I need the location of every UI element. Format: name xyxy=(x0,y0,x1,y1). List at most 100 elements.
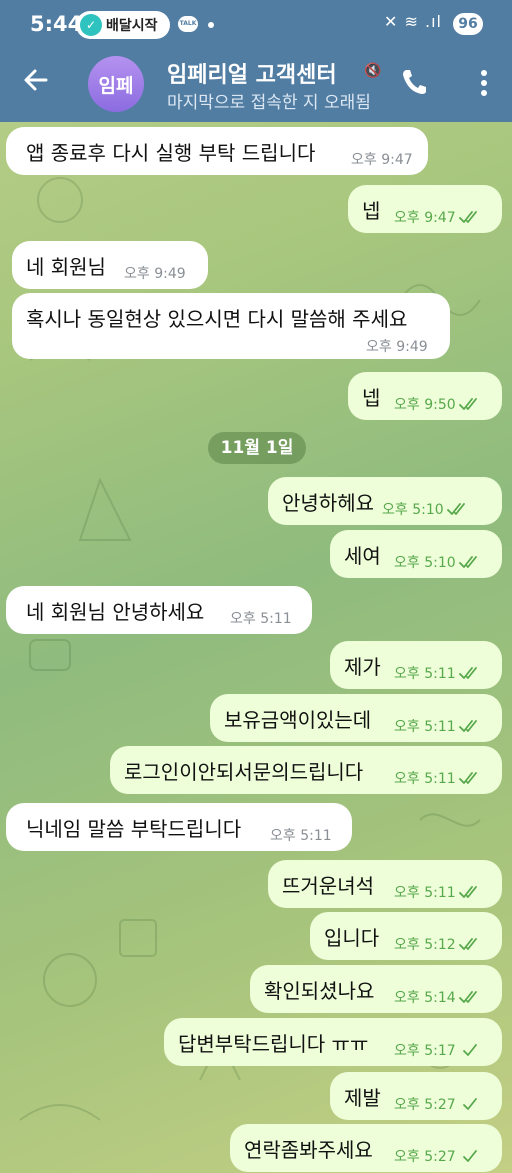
read-receipt-icon xyxy=(458,886,477,898)
incoming-message[interactable]: 닉네임 말씀 부탁드립니다 오후 5:11 xyxy=(6,803,352,851)
status-bar: 5:44 ✓ 배달시작 TALK ✕ ≋ .ıl 96 xyxy=(0,0,512,52)
message-text: 안녕하헤요 xyxy=(282,491,374,515)
message-meta: 오후 9:49 xyxy=(124,263,186,283)
message-meta: 오후 5:11 xyxy=(394,882,481,902)
message-time: 오후 5:11 xyxy=(394,771,456,787)
message-time: 오후 5:11 xyxy=(230,611,292,627)
message-meta: 오후 9:49 xyxy=(366,336,428,356)
message-text: 네 회원님 안녕하세요 xyxy=(26,600,205,624)
more-vert-icon[interactable] xyxy=(474,68,494,98)
message-time: 오후 5:10 xyxy=(394,555,456,571)
outgoing-message[interactable]: 로그인이안되서문의드립니다 오후 5:11 xyxy=(110,746,502,794)
message-meta: 오후 9:47 xyxy=(351,149,413,169)
message-text: 보유금액이있는데 xyxy=(224,708,372,732)
last-seen-status: 마지막으로 접속한 지 오래됨 xyxy=(167,93,371,113)
battery-indicator: 96 xyxy=(453,13,483,35)
read-receipt-icon xyxy=(458,772,477,784)
message-time: 오후 9:50 xyxy=(394,397,456,413)
sent-receipt-icon xyxy=(462,1098,477,1110)
message-text: 제가 xyxy=(344,655,381,679)
incoming-message[interactable]: 앱 종료후 다시 실행 부탁 드립니다 오후 9:47 xyxy=(6,127,428,175)
message-time: 오후 5:11 xyxy=(394,666,456,682)
message-time: 오후 9:49 xyxy=(366,339,428,355)
message-text: 넵 xyxy=(362,386,381,410)
message-text: 앱 종료후 다시 실행 부탁 드립니다 xyxy=(26,141,316,165)
message-meta: 오후 5:11 xyxy=(394,768,481,788)
message-meta: 오후 9:47 xyxy=(394,207,481,227)
chat-title[interactable]: 임페리얼 고객센터 xyxy=(167,57,377,89)
message-time: 오후 5:11 xyxy=(394,719,456,735)
message-meta: 오후 5:10 xyxy=(394,552,481,572)
message-meta: 오후 9:50 xyxy=(394,394,481,414)
incoming-message[interactable]: 네 회원님 오후 9:49 xyxy=(12,241,208,289)
message-text: 제발 xyxy=(344,1086,381,1110)
message-text: 입니다 xyxy=(324,926,380,950)
message-time: 오후 9:47 xyxy=(351,152,413,168)
message-meta: 오후 5:17 xyxy=(394,1040,481,1060)
outgoing-message[interactable]: 넵 오후 9:47 xyxy=(348,185,502,233)
outgoing-message[interactable]: 세여 오후 5:10 xyxy=(330,530,502,578)
outgoing-message[interactable]: 입니다 오후 5:12 xyxy=(310,912,502,960)
notification-pill-label: 배달시작 xyxy=(106,18,158,34)
read-receipt-icon xyxy=(446,503,465,515)
message-text: 혹시나 동일현상 있으시면 다시 말씀해 주세요 xyxy=(26,307,408,331)
incoming-message[interactable]: 혹시나 동일현상 있으시면 다시 말씀해 주세요오후 9:49 xyxy=(12,293,450,359)
outgoing-message[interactable]: 제발 오후 5:27 xyxy=(330,1072,502,1120)
message-text: 닉네임 말씀 부탁드립니다 xyxy=(26,817,242,841)
outgoing-message[interactable]: 안녕하헤요 오후 5:10 xyxy=(268,477,502,525)
outgoing-message[interactable]: 보유금액이있는데 오후 5:11 xyxy=(210,694,502,742)
message-time: 오후 5:12 xyxy=(394,937,456,953)
chat-avatar[interactable]: 임페 xyxy=(88,56,144,112)
read-receipt-icon xyxy=(458,991,477,1003)
read-receipt-icon xyxy=(458,720,477,732)
read-receipt-icon xyxy=(458,938,477,950)
message-time: 오후 5:17 xyxy=(394,1043,456,1059)
message-text: 세여 xyxy=(344,544,381,568)
message-text: 답변부탁드립니다 ㅠㅠ xyxy=(178,1032,369,1056)
read-receipt-icon xyxy=(458,398,477,410)
notification-pill[interactable]: ✓ 배달시작 xyxy=(76,11,170,39)
message-time: 오후 9:49 xyxy=(124,266,186,282)
message-time: 오후 5:10 xyxy=(382,502,444,518)
sent-receipt-icon xyxy=(462,1044,477,1056)
outgoing-message[interactable]: 뜨거운녀석 오후 5:11 xyxy=(268,860,502,908)
message-text: 넵 xyxy=(362,199,381,223)
mute-icon: 🔇 xyxy=(364,63,382,79)
message-meta: 오후 5:27 xyxy=(394,1146,481,1166)
signal-icons: ✕ ≋ .ıl xyxy=(384,12,442,31)
message-meta: 오후 5:12 xyxy=(394,934,481,954)
message-meta: 오후 5:14 xyxy=(394,987,481,1007)
outgoing-message[interactable]: 확인되셨나요 오후 5:14 xyxy=(250,965,502,1013)
message-meta: 오후 5:10 xyxy=(382,499,469,519)
back-arrow-icon[interactable] xyxy=(20,64,52,96)
message-meta: 오후 5:11 xyxy=(270,825,332,845)
message-time: 오후 5:11 xyxy=(270,828,332,844)
message-meta: 오후 5:11 xyxy=(230,608,292,628)
outgoing-message[interactable]: 넵 오후 9:50 xyxy=(348,372,502,420)
read-receipt-icon xyxy=(458,667,477,679)
message-text: 확인되셨나요 xyxy=(264,979,375,1003)
read-receipt-icon xyxy=(458,556,477,568)
incoming-message[interactable]: 네 회원님 안녕하세요 오후 5:11 xyxy=(6,586,312,634)
read-receipt-icon xyxy=(458,211,477,223)
chat-header: 5:44 ✓ 배달시작 TALK ✕ ≋ .ıl 96 임페 임페리얼 고객센터… xyxy=(0,0,512,122)
sent-receipt-icon xyxy=(462,1150,477,1162)
outgoing-message[interactable]: 답변부탁드립니다 ㅠㅠ 오후 5:17 xyxy=(164,1018,502,1066)
message-text: 로그인이안되서문의드립니다 xyxy=(124,760,364,784)
message-time: 오후 5:11 xyxy=(394,885,456,901)
message-time: 오후 5:27 xyxy=(394,1149,456,1165)
outgoing-message[interactable]: 연락좀봐주세요 오후 5:27 xyxy=(230,1124,502,1172)
message-meta: 오후 5:27 xyxy=(394,1094,481,1114)
message-time: 오후 5:27 xyxy=(394,1097,456,1113)
message-meta: 오후 5:11 xyxy=(394,716,481,736)
message-time: 오후 9:47 xyxy=(394,210,456,226)
date-separator: 11월 1일 xyxy=(208,432,306,464)
phone-icon[interactable] xyxy=(398,66,430,98)
message-text: 네 회원님 xyxy=(26,255,106,279)
more-notifications-dot xyxy=(208,22,214,28)
talk-notification-icon: TALK xyxy=(178,16,198,32)
message-time: 오후 5:14 xyxy=(394,990,456,1006)
delivery-app-icon: ✓ xyxy=(80,14,102,36)
message-meta: 오후 5:11 xyxy=(394,663,481,683)
outgoing-message[interactable]: 제가 오후 5:11 xyxy=(330,641,502,689)
